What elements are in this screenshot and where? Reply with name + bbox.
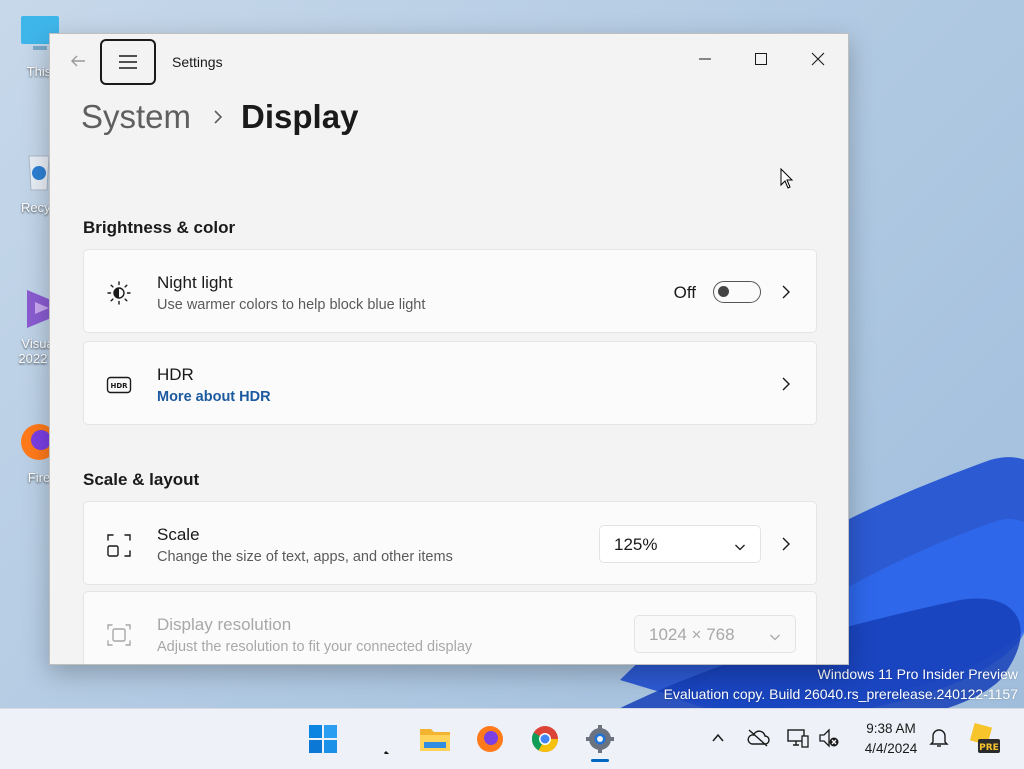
search-button[interactable] [362,721,398,757]
night-light-card[interactable]: Night light Use warmer colors to help bl… [83,249,817,333]
chevron-right-icon [778,534,794,554]
network-button[interactable] [785,725,811,751]
more-about-hdr-link[interactable]: More about HDR [157,389,271,405]
section-title-brightness: Brightness & color [83,218,236,237]
pre-badge: PRE [979,743,999,753]
minimize-button[interactable] [682,44,728,74]
start-button[interactable] [305,721,341,757]
close-button[interactable] [795,44,841,74]
breadcrumb: System Display [81,92,358,142]
network-icon [787,729,809,748]
mouse-cursor-icon [780,168,794,189]
hdr-title: HDR [157,365,194,384]
breadcrumb-system[interactable]: System [81,98,191,136]
brightness-icon [106,280,132,306]
svg-text:HDR: HDR [110,382,128,390]
taskbar-clock[interactable]: 9:38 AM 4/4/2024 [852,719,930,759]
night-light-subtitle: Use warmer colors to help block blue lig… [157,297,426,313]
chevron-up-icon [712,733,724,742]
settings-taskbar-button[interactable] [582,721,618,757]
scale-subtitle: Change the size of text, apps, and other… [157,549,453,565]
scale-icon [106,532,132,558]
minimize-icon [699,58,711,60]
clock-date: 4/4/2024 [864,741,918,756]
display-resolution-title: Display resolution [157,615,292,634]
hdr-card[interactable]: HDR HDR More about HDR [83,341,817,425]
page-title: Display [241,98,359,135]
volume-button[interactable] [816,725,842,751]
watermark-line: Evaluation copy. Build 26040.rs_prerelea… [663,686,1018,702]
notifications-button[interactable] [926,725,952,751]
taskbar: 9:38 AM 4/4/2024 PRE [0,708,1024,769]
settings-window: Settings System Display Brightness & col… [49,33,849,665]
maximize-button[interactable] [738,44,784,74]
watermark-line: Windows 11 Pro Insider Preview [817,666,1018,682]
scale-dropdown[interactable]: 125% [599,525,761,563]
hamburger-icon [119,55,137,69]
hdr-icon: HDR [106,372,132,398]
scale-value: 125% [614,535,658,554]
app-title: Settings [172,54,223,70]
chevron-right-icon [778,282,794,302]
search-icon [383,750,390,754]
scale-card[interactable]: Scale Change the size of text, apps, and… [83,501,817,585]
maximize-icon [755,53,767,65]
show-hidden-icons-button[interactable] [705,725,731,751]
title-bar[interactable]: Settings [50,34,848,92]
back-button[interactable] [66,52,90,76]
gear-icon [586,725,614,753]
firefox-button[interactable] [472,721,508,757]
breadcrumb-chevron-icon [213,109,223,125]
close-icon [811,52,825,66]
insider-preview-button[interactable]: PRE [968,721,1002,755]
navigation-menu-button[interactable] [100,39,156,85]
display-resolution-subtitle: Adjust the resolution to fit your connec… [157,639,473,655]
speaker-muted-icon [819,728,839,748]
display-resolution-dropdown: 1024 × 768 [634,615,796,653]
display-resolution-value: 1024 × 768 [649,625,735,644]
evaluation-watermark: Windows 11 Pro Insider Preview Evaluatio… [664,664,1018,704]
windows-logo-icon [309,725,337,753]
active-app-indicator [591,759,609,762]
night-light-title: Night light [157,273,233,292]
section-title-scale-layout: Scale & layout [83,470,200,489]
chrome-button[interactable] [527,721,563,757]
chevron-down-icon [734,538,746,557]
night-light-toggle[interactable] [713,281,761,303]
toggle-knob [718,286,729,297]
cloud-offline-icon [747,729,770,747]
firefox-icon [477,726,503,752]
chevron-down-icon [769,628,781,647]
folder-icon [420,729,450,751]
scale-title: Scale [157,525,200,544]
display-resolution-card: Display resolution Adjust the resolution… [83,591,817,664]
onedrive-button[interactable] [745,725,771,751]
back-arrow-icon [71,55,85,67]
chrome-icon [531,726,559,753]
bell-icon [929,729,949,747]
chevron-right-icon [778,374,794,394]
clock-time: 9:38 AM [866,721,916,736]
insider-preview-icon: PRE [969,722,1000,753]
night-light-state: Off [673,283,696,302]
file-explorer-button[interactable] [417,721,453,757]
display-resolution-icon [106,622,132,648]
